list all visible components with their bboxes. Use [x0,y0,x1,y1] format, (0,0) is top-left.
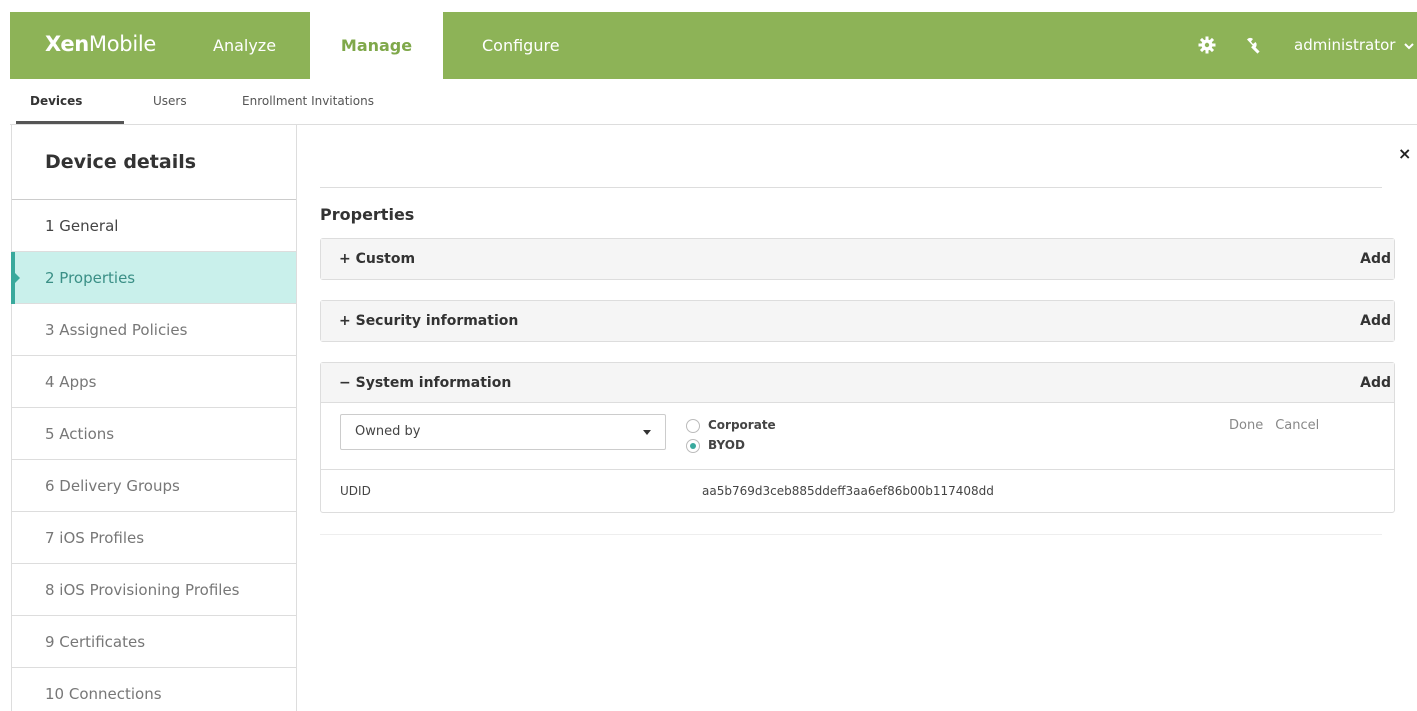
top-bar: XenMobile Analyze Manage Configure admin… [10,12,1417,79]
security-panel-header[interactable]: + Security information Add [321,301,1394,341]
gear-icon[interactable] [1198,36,1216,54]
done-button[interactable]: Done [1229,418,1263,433]
udid-value: aa5b769d3ceb885ddeff3aa6ef86b00b117408dd [702,484,994,498]
radio-circle-checked[interactable] [686,438,700,453]
sidebar-item-delivery-groups[interactable]: 6 Delivery Groups [12,460,296,512]
close-icon[interactable]: × [1398,144,1411,163]
device-details-sidebar: Device details 1 General 2 Properties 3 … [11,125,297,711]
chevron-down-icon [1404,43,1414,50]
sidebar-item-actions[interactable]: 5 Actions [12,408,296,460]
cancel-button[interactable]: Cancel [1275,418,1319,433]
property-select[interactable]: Owned by [340,414,666,450]
divider [321,469,1394,470]
tab-analyze[interactable]: Analyze [213,12,276,79]
radio-corporate-label: Corporate [708,418,776,432]
sidebar-item-apps[interactable]: 4 Apps [12,356,296,408]
custom-add-button[interactable]: Add [1360,239,1391,279]
tab-configure[interactable]: Configure [482,12,560,79]
sidebar-item-properties[interactable]: 2 Properties [11,252,296,304]
sidebar-item-certificates[interactable]: 9 Certificates [12,616,296,668]
radio-byod-label: BYOD [708,438,745,452]
system-add-button[interactable]: Add [1360,363,1391,403]
chevron-down-icon [643,430,651,435]
custom-panel-header[interactable]: + Custom Add [321,239,1394,279]
edit-actions: Done Cancel [1229,418,1331,433]
sidebar-item-assigned-policies[interactable]: 3 Assigned Policies [12,304,296,356]
property-select-value: Owned by [355,424,421,439]
tab-manage[interactable]: Manage [310,12,443,79]
sub-navigation: Devices Users Enrollment Invitations [10,79,1417,125]
sidebar-item-connections[interactable]: 10 Connections [12,668,296,711]
divider [320,187,1382,188]
system-panel-title: − System information [339,375,512,391]
subtab-users[interactable]: Users [153,94,187,108]
user-menu[interactable]: administrator [1294,12,1414,79]
sidebar-item-ios-provisioning-profiles[interactable]: 8 iOS Provisioning Profiles [12,564,296,616]
udid-label: UDID [340,484,371,498]
security-add-button[interactable]: Add [1360,301,1391,341]
wrench-icon[interactable] [1244,36,1262,54]
divider [320,534,1382,535]
system-information-panel: − System information Add Owned by Corpor… [320,362,1395,513]
sidebar-title: Device details [12,125,296,200]
page-title: Properties [320,205,415,224]
sidebar-item-ios-profiles[interactable]: 7 iOS Profiles [12,512,296,564]
custom-panel: + Custom Add [320,238,1395,280]
security-information-panel: + Security information Add [320,300,1395,342]
custom-panel-title: + Custom [339,251,416,267]
sidebar-item-general[interactable]: 1 General [12,200,296,252]
system-panel-header[interactable]: − System information Add [321,363,1394,403]
user-name: administrator [1294,36,1396,54]
radio-byod[interactable]: BYOD [686,438,745,453]
subtab-devices[interactable]: Devices [30,94,82,108]
radio-circle[interactable] [686,418,700,433]
security-panel-title: + Security information [339,313,519,329]
xenmobile-logo[interactable]: XenMobile [45,32,156,56]
radio-corporate[interactable]: Corporate [686,418,776,433]
active-subtab-indicator [16,121,124,124]
subtab-enrollment-invitations[interactable]: Enrollment Invitations [242,94,374,108]
